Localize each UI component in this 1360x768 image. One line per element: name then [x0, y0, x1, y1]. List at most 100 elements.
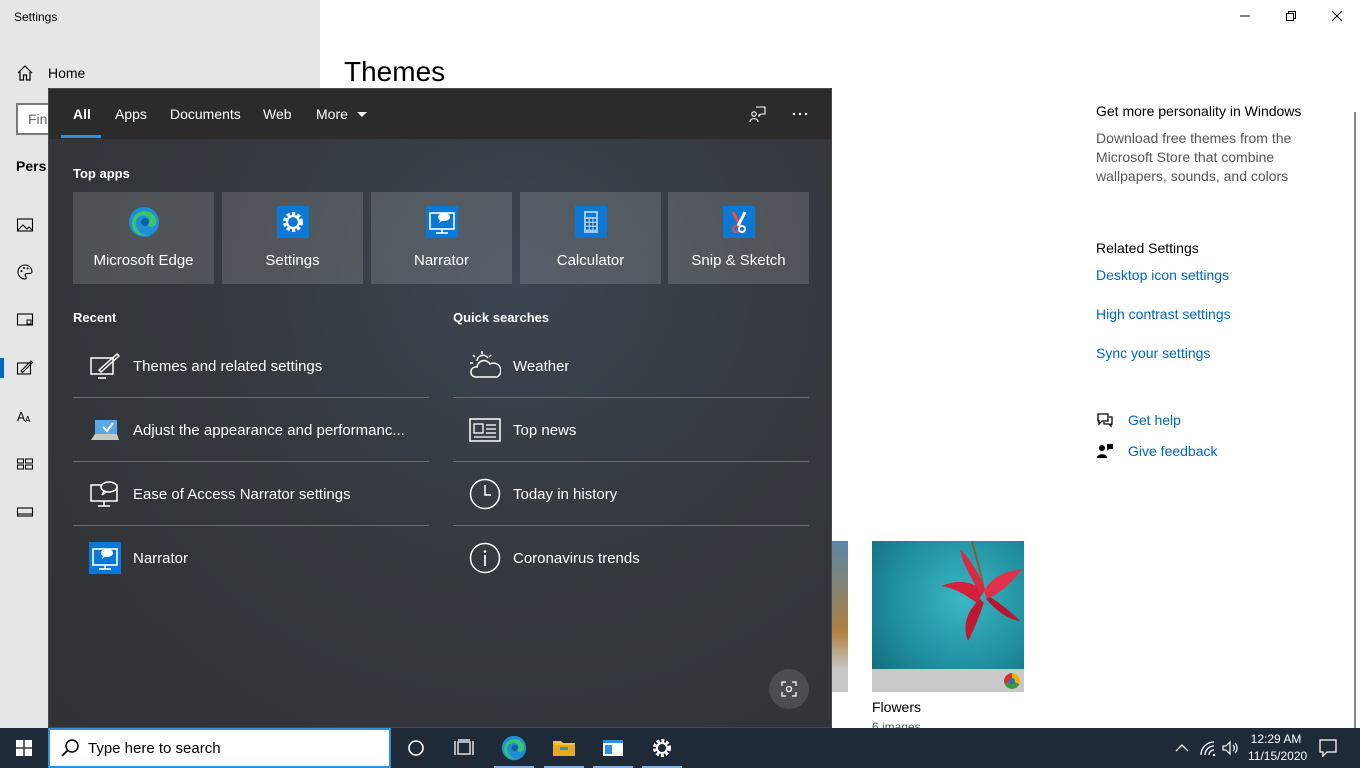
section-label: Personalization [16, 158, 47, 174]
sidebar-home[interactable]: Home [16, 63, 85, 83]
folder-icon [553, 741, 575, 756]
related-settings-heading: Related Settings [1096, 240, 1199, 256]
recent-item-appearance[interactable]: Adjust the appearance and performanc... [73, 398, 429, 462]
show-hidden-icons-button[interactable] [1172, 738, 1192, 758]
app-tile-snip-sketch[interactable]: Snip & Sketch [668, 192, 809, 284]
scan-icon [781, 681, 797, 697]
edge-icon [129, 207, 159, 237]
screenshot-search-button[interactable] [769, 669, 809, 709]
recent-item-narrator-settings[interactable]: Ease of Access Narrator settings [73, 462, 429, 526]
network-button[interactable] [1198, 738, 1218, 758]
tab-more-label: More [316, 106, 348, 122]
picture-icon[interactable] [16, 216, 34, 234]
clock-time: 12:29 AM [1250, 732, 1302, 746]
chevron-up-icon [1175, 744, 1189, 752]
more-options-button[interactable] [789, 103, 811, 125]
taskbar-settings-icon[interactable] [16, 503, 34, 521]
window-controls [1222, 0, 1360, 32]
tab-more[interactable]: More [316, 106, 368, 122]
quick-search-weather[interactable]: Weather [453, 334, 809, 398]
taskbar-search-box[interactable]: Type here to search [48, 728, 391, 768]
volume-button[interactable] [1221, 738, 1241, 758]
palette-icon[interactable] [16, 263, 34, 281]
page-title: Themes [344, 56, 446, 87]
get-help-link[interactable]: Get help [1096, 411, 1181, 429]
app-tile-calculator[interactable]: Calculator [520, 192, 661, 284]
search-icon [61, 739, 79, 757]
calculator-icon [575, 206, 607, 238]
quick-search-coronavirus[interactable]: Coronavirus trends [453, 526, 809, 590]
chevron-down-icon [356, 112, 367, 117]
person-feedback-icon [749, 106, 766, 123]
news-icon [469, 414, 501, 446]
feedback-button[interactable] [747, 103, 769, 125]
personality-heading: Get more personality in Windows [1096, 103, 1302, 119]
personality-description: Download free themes from the Microsoft … [1096, 130, 1292, 184]
close-button[interactable] [1314, 0, 1360, 32]
quick-search-label: Coronavirus trends [513, 549, 640, 567]
fonts-icon[interactable]: AA [16, 407, 34, 425]
taskbar-clock[interactable]: 12:29 AM 11/15/2020 [1248, 731, 1307, 765]
recent-item-label: Adjust the appearance and performanc... [133, 421, 405, 439]
tab-apps[interactable]: Apps [115, 106, 147, 122]
svg-text:A: A [25, 415, 31, 424]
color-wheel-icon [1004, 673, 1020, 689]
tab-web[interactable]: Web [263, 106, 292, 122]
action-center-button[interactable] [1318, 738, 1338, 758]
snip-sketch-icon [723, 206, 755, 238]
cortana-button[interactable] [392, 728, 440, 768]
start-icon[interactable] [16, 455, 34, 473]
theme-thumbnail-partial[interactable] [832, 541, 848, 692]
search-flyout: All Apps Documents Web More Top apps Mic… [48, 88, 832, 728]
minimize-button[interactable] [1222, 0, 1268, 32]
quick-search-top-news[interactable]: Top news [453, 398, 809, 462]
give-feedback-label: Give feedback [1128, 443, 1218, 459]
taskbar-file-explorer[interactable] [540, 728, 588, 768]
app-tile-label: Microsoft Edge [93, 252, 194, 269]
app-tile-settings[interactable]: Settings [222, 192, 363, 284]
tab-active-indicator [61, 135, 101, 138]
quick-search-label: Weather [513, 357, 570, 375]
give-feedback-link[interactable]: Give feedback [1096, 442, 1218, 460]
get-help-label: Get help [1128, 412, 1181, 428]
info-icon [469, 542, 501, 574]
recent-item-narrator[interactable]: Narrator [73, 526, 429, 590]
desktop-icon-settings-link[interactable]: Desktop icon settings [1096, 267, 1229, 283]
quick-search-label: Top news [513, 421, 577, 439]
app-tile-label: Calculator [556, 252, 625, 269]
sync-settings-link[interactable]: Sync your settings [1096, 345, 1210, 361]
app-tile-label: Snip & Sketch [691, 252, 786, 269]
narrator-icon [426, 206, 458, 238]
taskbar-edge[interactable] [490, 728, 538, 768]
app-tile-edge[interactable]: Microsoft Edge [73, 192, 214, 284]
app-window-icon [603, 740, 623, 756]
tab-documents[interactable]: Documents [170, 106, 241, 122]
themes-settings-icon [89, 350, 121, 382]
performance-icon [89, 414, 121, 446]
restore-button[interactable] [1268, 0, 1314, 32]
recent-item-label: Ease of Access Narrator settings [133, 485, 351, 503]
high-contrast-settings-link[interactable]: High contrast settings [1096, 306, 1231, 322]
start-button[interactable] [0, 728, 48, 768]
flower-graphic [942, 541, 1022, 641]
themes-icon[interactable] [16, 359, 34, 377]
network-icon [1200, 741, 1216, 756]
recent-item-label: Themes and related settings [133, 357, 323, 375]
task-view-button[interactable] [440, 728, 488, 768]
recent-item-themes[interactable]: Themes and related settings [73, 334, 429, 398]
lock-screen-icon[interactable] [16, 311, 34, 329]
app-tile-narrator[interactable]: Narrator [371, 192, 512, 284]
weather-icon [469, 350, 501, 382]
recent-title: Recent [73, 310, 117, 325]
gear-icon [277, 206, 309, 238]
edge-icon [501, 735, 527, 761]
theme-thumbnail-flowers[interactable] [872, 541, 1024, 692]
tab-all[interactable]: All [73, 106, 91, 122]
taskbar-app-window[interactable] [589, 728, 637, 768]
window-title: Settings [14, 10, 58, 24]
taskbar-settings[interactable] [638, 728, 686, 768]
flower-image [872, 541, 1024, 669]
active-indicator [0, 358, 4, 378]
quick-search-today-in-history[interactable]: Today in history [453, 462, 809, 526]
scrollbar[interactable] [1354, 112, 1356, 728]
